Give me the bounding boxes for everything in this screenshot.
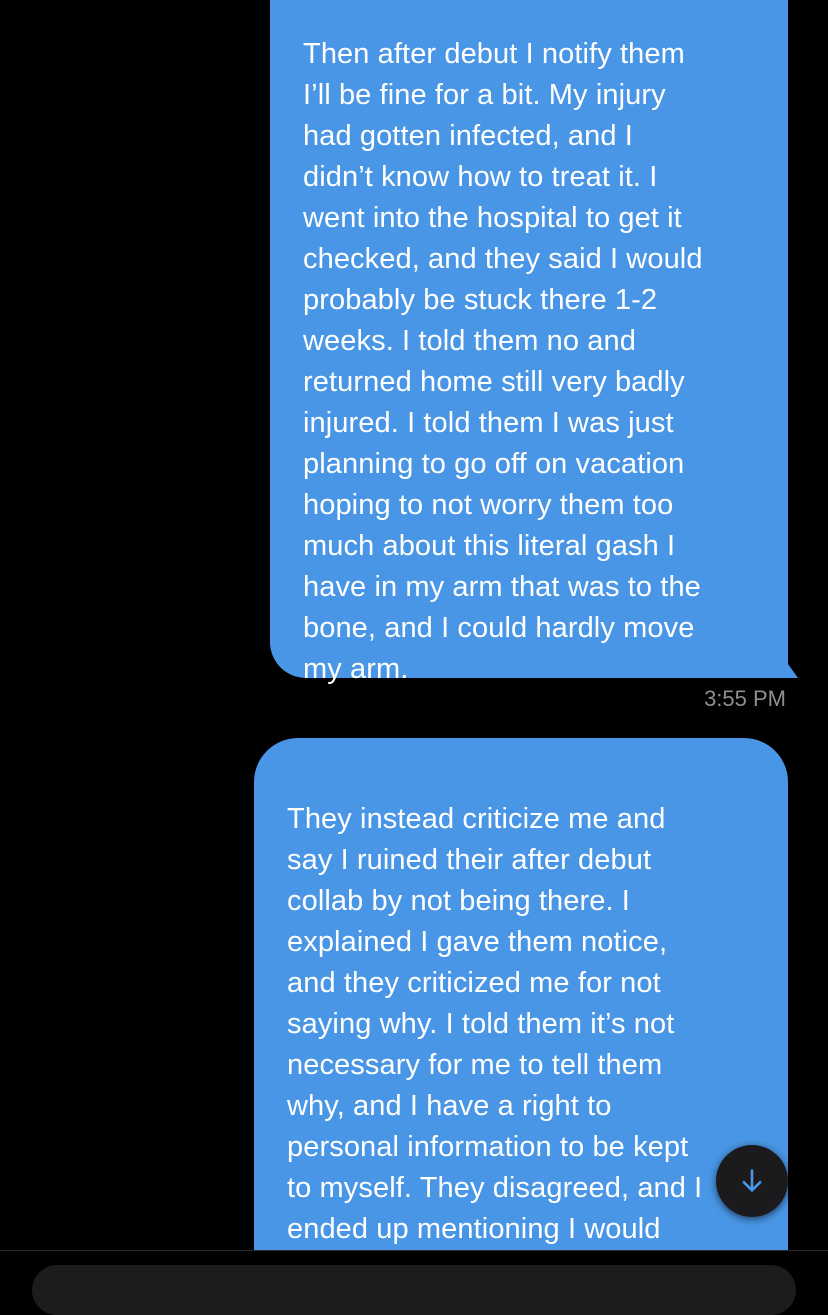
message-thread[interactable]: Then after debut I notify them I’ll be f…: [0, 0, 828, 1250]
message-timestamp: 3:55 PM: [704, 686, 786, 711]
message-input[interactable]: [32, 1265, 796, 1315]
arrow-down-icon: [742, 1169, 762, 1192]
message-text: Then after debut I notify them I’ll be f…: [303, 38, 703, 685]
message-bubble[interactable]: Then after debut I notify them I’ll be f…: [270, 0, 788, 685]
composer-bar: [0, 1251, 828, 1315]
message-bubble[interactable]: They instead criticize me and say I ruin…: [254, 738, 788, 1250]
message-text: They instead criticize me and say I ruin…: [287, 803, 703, 1245]
scroll-to-bottom-button[interactable]: [716, 1145, 788, 1217]
